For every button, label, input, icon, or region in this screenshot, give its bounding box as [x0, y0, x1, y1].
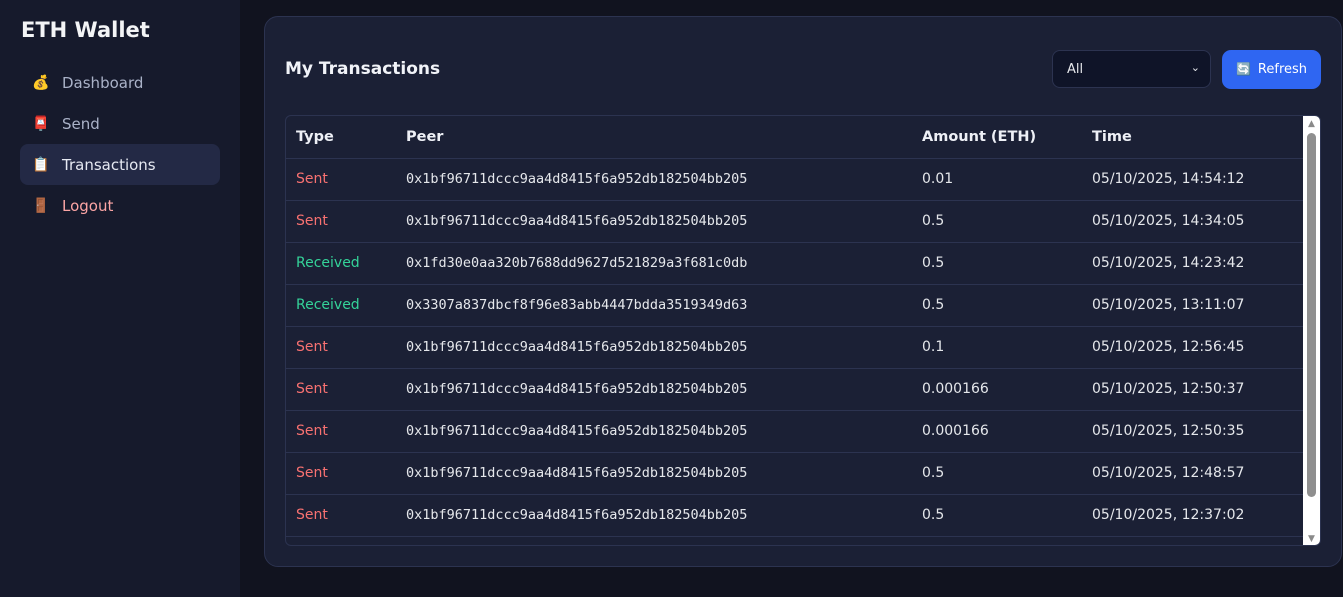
sidebar-nav: 💰 Dashboard 📮 Send 📋 Transactions 🚪 Logo…	[20, 62, 220, 226]
cell-type: Sent	[286, 452, 396, 495]
cell-time: 05/10/2025, 12:50:37	[1082, 368, 1304, 411]
sidebar-item-dashboard[interactable]: 💰 Dashboard	[20, 62, 220, 103]
sidebar-item-label: Transactions	[62, 155, 156, 174]
refresh-button[interactable]: 🔄 Refresh	[1222, 49, 1321, 89]
card-header: My Transactions All ⌄ 🔄 Refresh	[285, 49, 1321, 89]
sidebar: ETH Wallet 💰 Dashboard 📮 Send 📋 Transact…	[0, 0, 240, 597]
app-title: ETH Wallet	[21, 18, 150, 42]
cell-type: Sent	[286, 200, 396, 243]
money-bag-icon: 💰	[32, 74, 50, 91]
table-scrollbar[interactable]: ▲ ▼	[1303, 116, 1320, 545]
main-content: My Transactions All ⌄ 🔄 Refresh Type Pee…	[240, 0, 1343, 597]
sidebar-item-logout[interactable]: 🚪 Logout	[20, 185, 220, 226]
cell-peer: 0x1bf96711dccc9aa4d8415f6a952db182504bb2…	[396, 452, 912, 495]
clipboard-icon: 📋	[32, 156, 50, 173]
table-row[interactable]: Sent 0x1bf96711dccc9aa4d8415f6a952db18250…	[286, 200, 1304, 243]
cell-peer: 0x1bf96711dccc9aa4d8415f6a952db182504bb2…	[396, 494, 912, 537]
refresh-icon: 🔄	[1235, 62, 1251, 76]
cell-amount: 0.01	[912, 158, 1082, 201]
table-row[interactable]: Sent 0x1bf96711dccc9aa4d8415f6a952db18250…	[286, 494, 1304, 537]
column-header-time: Time	[1082, 116, 1304, 159]
table-header-row: Type Peer Amount (ETH) Time	[286, 116, 1304, 159]
refresh-button-label: Refresh	[1257, 61, 1308, 77]
column-header-peer: Peer	[396, 116, 912, 159]
cell-peer: 0x1bf96711dccc9aa4d8415f6a952db182504bb2…	[396, 200, 912, 243]
table-body: Sent 0x1bf96711dccc9aa4d8415f6a952db18250…	[286, 158, 1304, 537]
cell-peer: 0x1bf96711dccc9aa4d8415f6a952db182504bb2…	[396, 326, 912, 369]
filter-select[interactable]: All ⌄	[1052, 50, 1211, 88]
cell-type: Received	[286, 284, 396, 327]
cell-time: 05/10/2025, 14:34:05	[1082, 200, 1304, 243]
sidebar-item-label: Logout	[62, 196, 114, 215]
sidebar-item-send[interactable]: 📮 Send	[20, 103, 220, 144]
cell-time: 05/10/2025, 12:50:35	[1082, 410, 1304, 453]
cell-amount: 0.5	[912, 200, 1082, 243]
cell-time: 05/10/2025, 14:54:12	[1082, 158, 1304, 201]
cell-time: 05/10/2025, 12:56:45	[1082, 326, 1304, 369]
cell-time: 05/10/2025, 12:37:02	[1082, 494, 1304, 537]
cell-amount: 0.000166	[912, 410, 1082, 453]
scroll-down-arrow-icon[interactable]: ▼	[1303, 531, 1320, 545]
door-icon: 🚪	[32, 197, 50, 214]
page-title: My Transactions	[285, 59, 441, 79]
cell-type: Received	[286, 242, 396, 285]
transactions-table-container: Type Peer Amount (ETH) Time Sent 0x1bf967…	[285, 115, 1321, 546]
sidebar-item-label: Dashboard	[62, 73, 144, 92]
cell-type: Sent	[286, 494, 396, 537]
sidebar-item-label: Send	[62, 114, 100, 133]
scrollbar-thumb[interactable]	[1307, 133, 1316, 497]
table-header: Type Peer Amount (ETH) Time	[286, 116, 1304, 159]
cell-peer: 0x3307a837dbcf8f96e83abb4447bdda3519349d…	[396, 284, 912, 327]
filter-selected-value: All	[1067, 61, 1084, 77]
cell-peer: 0x1bf96711dccc9aa4d8415f6a952db182504bb2…	[396, 410, 912, 453]
table-row[interactable]: Sent 0x1bf96711dccc9aa4d8415f6a952db18250…	[286, 158, 1304, 201]
cell-type: Sent	[286, 158, 396, 201]
cell-time: 05/10/2025, 13:11:07	[1082, 284, 1304, 327]
header-actions: All ⌄ 🔄 Refresh	[1052, 49, 1321, 89]
cell-peer: 0x1bf96711dccc9aa4d8415f6a952db182504bb2…	[396, 158, 912, 201]
cell-amount: 0.5	[912, 242, 1082, 285]
cell-time: 05/10/2025, 12:48:57	[1082, 452, 1304, 495]
cell-type: Sent	[286, 368, 396, 411]
cell-type: Sent	[286, 326, 396, 369]
cell-amount: 0.5	[912, 452, 1082, 495]
transactions-card: My Transactions All ⌄ 🔄 Refresh Type Pee…	[264, 16, 1342, 567]
column-header-amount: Amount (ETH)	[912, 116, 1082, 159]
table-row[interactable]: Sent 0x1bf96711dccc9aa4d8415f6a952db18250…	[286, 368, 1304, 411]
table-row[interactable]: Sent 0x1bf96711dccc9aa4d8415f6a952db18250…	[286, 452, 1304, 495]
cell-type: Sent	[286, 410, 396, 453]
cell-peer: 0x1bf96711dccc9aa4d8415f6a952db182504bb2…	[396, 368, 912, 411]
chevron-down-icon: ⌄	[1190, 61, 1200, 74]
table-row[interactable]: Sent 0x1bf96711dccc9aa4d8415f6a952db18250…	[286, 326, 1304, 369]
cell-amount: 0.1	[912, 326, 1082, 369]
table-row[interactable]: Received 0x3307a837dbcf8f96e83abb4447bdda…	[286, 284, 1304, 327]
cell-time: 05/10/2025, 14:23:42	[1082, 242, 1304, 285]
cell-amount: 0.5	[912, 494, 1082, 537]
cell-peer: 0x1fd30e0aa320b7688dd9627d521829a3f681c0…	[396, 242, 912, 285]
cell-amount: 0.000166	[912, 368, 1082, 411]
transactions-table: Type Peer Amount (ETH) Time Sent 0x1bf967…	[286, 116, 1304, 537]
sidebar-item-transactions[interactable]: 📋 Transactions	[20, 144, 220, 185]
scroll-up-arrow-icon[interactable]: ▲	[1303, 116, 1320, 132]
app-root: ETH Wallet 💰 Dashboard 📮 Send 📋 Transact…	[0, 0, 1343, 597]
mailbox-icon: 📮	[32, 115, 50, 132]
table-row[interactable]: Sent 0x1bf96711dccc9aa4d8415f6a952db18250…	[286, 410, 1304, 453]
cell-amount: 0.5	[912, 284, 1082, 327]
column-header-type: Type	[286, 116, 396, 159]
table-row[interactable]: Received 0x1fd30e0aa320b7688dd9627d521829…	[286, 242, 1304, 285]
